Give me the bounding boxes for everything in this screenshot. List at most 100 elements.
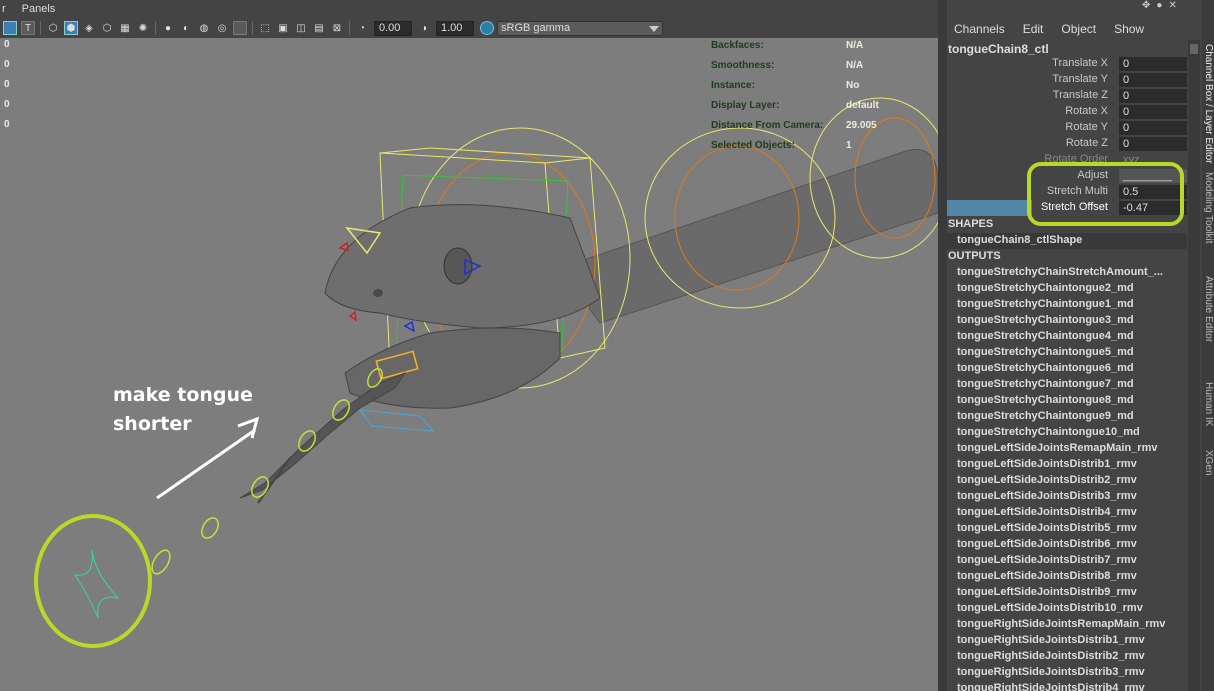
tab-attribute-editor[interactable]: Attribute Editor [1202,276,1214,342]
attr-value-field[interactable]: ________ [1119,169,1187,183]
attr-translate-x[interactable]: Translate X 0 [947,56,1202,72]
motion-blur-icon[interactable]: ◍ [197,21,211,35]
attr-adjust[interactable]: Adjust ________ [947,168,1202,184]
2d-pan-zoom-icon[interactable]: T [21,21,35,35]
jaw-control-blue [403,320,416,333]
image-plane-icon[interactable] [3,21,17,35]
attr-value-field[interactable]: xyz [1119,153,1187,167]
scrollbar-thumb[interactable] [1190,44,1198,54]
menu-item-r[interactable]: r [2,3,6,15]
output-node-item[interactable]: tongueStretchyChaintongue5_md [957,346,1134,358]
channel-box-scrollbar[interactable] [1188,40,1200,691]
grid-icon[interactable]: ⊠ [330,21,344,35]
output-node-item[interactable]: tongueLeftSideJointsDistrib3_rmv [957,490,1137,502]
tab-modeling-toolkit[interactable]: Modeling Toolkit [1202,172,1214,244]
attr-translate-z[interactable]: Translate Z 0 [947,88,1202,104]
output-node-item[interactable]: tongueRightSideJointsDistrib1_rmv [957,634,1145,646]
attr-value-field[interactable]: 0 [1119,105,1187,119]
isolate-select-icon[interactable]: ⬚ [258,21,272,35]
snake-body [559,149,938,324]
output-node-item[interactable]: tongueLeftSideJointsDistrib8_rmv [957,570,1137,582]
attr-value-field[interactable]: -0.47 [1119,201,1187,215]
anti-aliasing-icon[interactable]: ◎ [215,21,229,35]
tab-channel-box-layer-editor[interactable]: Channel Box / Layer Editor [1202,44,1214,164]
attr-value-field[interactable]: 0.5 [1119,185,1187,199]
attr-rotate-y[interactable]: Rotate Y 0 [947,120,1202,136]
output-node-item[interactable]: tongueLeftSideJointsDistrib7_rmv [957,554,1137,566]
attr-value-field[interactable]: 0 [1119,121,1187,135]
gamma-icon[interactable]: ◑ [417,21,431,35]
wireframe-icon[interactable]: ⬡ [46,21,60,35]
account-icon[interactable]: ● [1156,0,1162,14]
output-node-item[interactable]: tongueStretchyChaintongue2_md [957,282,1134,294]
hud-backfaces-value: N/A [846,40,864,51]
tab-xgen[interactable]: XGen [1202,450,1214,476]
output-node-item[interactable]: tongueLeftSideJointsDistrib9_rmv [957,586,1137,598]
output-node-item[interactable]: tongueStretchyChaintongue3_md [957,314,1134,326]
transform-icon[interactable]: ✥ [1142,0,1150,14]
gamma-field[interactable]: 1.00 [436,20,474,36]
attr-rotate-x[interactable]: Rotate X 0 [947,104,1202,120]
exposure-field[interactable]: 0.00 [374,20,412,36]
panel-splitter[interactable] [938,0,947,691]
attr-value-field[interactable]: 0 [1119,73,1187,87]
wireframe-on-shaded-icon[interactable]: ⬡ [100,21,114,35]
attr-rotate-order[interactable]: Rotate Order xyz [947,152,1202,168]
output-node-item[interactable]: tongueLeftSideJointsDistrib4_rmv [957,506,1137,518]
xray-icon[interactable]: ▣ [276,21,290,35]
attr-value-field[interactable]: 0 [1119,89,1187,103]
attr-value-field[interactable]: 0 [1119,57,1187,71]
attr-rotate-z[interactable]: Rotate Z 0 [947,136,1202,152]
output-node-item[interactable]: tongueLeftSideJointsRemapMain_rmv [957,442,1157,454]
output-node-item[interactable]: tongueLeftSideJointsDistrib1_rmv [957,458,1137,470]
output-node-item[interactable]: tongueRightSideJointsDistrib4_rmv [957,682,1145,691]
output-node-item[interactable]: tongueRightSideJointsDistrib2_rmv [957,650,1145,662]
toolbar-divider [252,21,253,35]
attr-value-field[interactable]: 0 [1119,137,1187,151]
color-management-icon[interactable] [480,21,494,35]
attr-label: Translate Z [1052,89,1108,101]
shape-item[interactable]: tongueChain8_ctlShape [947,233,1187,249]
close-icon[interactable]: ✕ [1168,0,1176,14]
depth-of-field-icon[interactable] [233,21,247,35]
output-node-item[interactable]: tongueStretchyChaintongue7_md [957,378,1134,390]
output-node-item[interactable]: tongueStretchyChaintongue6_md [957,362,1134,374]
hud-smoothness-label: Smoothness: [711,60,775,71]
output-node-item[interactable]: tongueStretchyChaintongue1_md [957,298,1134,310]
xray-joints-icon[interactable]: ◫ [294,21,308,35]
output-node-item[interactable]: tongueStretchyChaintongue4_md [957,330,1134,342]
output-node-item[interactable]: tongueRightSideJointsRemapMain_rmv [957,618,1165,630]
output-node-item[interactable]: tongueLeftSideJointsDistrib5_rmv [957,522,1137,534]
annotation-line: make tongue [113,384,253,406]
menu-show[interactable]: Show [1114,22,1144,36]
menu-channels[interactable]: Channels [954,22,1005,36]
output-node-item[interactable]: tongueLeftSideJointsDistrib2_rmv [957,474,1137,486]
output-node-item[interactable]: tongueStretchyChaintongue10_md [957,426,1140,438]
ambient-occlusion-icon[interactable]: ◐ [179,21,193,35]
output-node-item[interactable]: tongueStretchyChainStretchAmount_... [957,266,1163,278]
attr-stretch-offset[interactable]: Stretch Offset -0.47 [947,200,1202,216]
attr-translate-y[interactable]: Translate Y 0 [947,72,1202,88]
output-node-item[interactable]: tongueStretchyChaintongue9_md [957,410,1134,422]
menu-object[interactable]: Object [1061,22,1096,36]
toolbar-divider [40,21,41,35]
textured-icon[interactable]: ▦ [118,21,132,35]
output-node-item[interactable]: tongueStretchyChaintongue8_md [957,394,1134,406]
menu-edit[interactable]: Edit [1023,22,1044,36]
xray-active-icon[interactable]: ▤ [312,21,326,35]
3d-viewport[interactable]: 0 0 0 0 0 Backfaces: N/A Smoothness: N/A… [0,38,938,691]
exposure-icon[interactable]: ◔ [355,21,369,35]
use-default-material-icon[interactable]: ◈ [82,21,96,35]
output-node-item[interactable]: tongueLeftSideJointsDistrib6_rmv [957,538,1137,550]
tab-human-ik[interactable]: Human IK [1202,382,1214,426]
lights-icon[interactable]: ✺ [136,21,150,35]
object-name[interactable]: tongueChain8_ctl [948,42,1049,56]
output-node-item[interactable]: tongueLeftSideJointsDistrib10_rmv [957,602,1143,614]
menu-item-panels[interactable]: Panels [22,3,56,15]
shadows-icon[interactable]: ● [161,21,175,35]
view-transform-dropdown[interactable]: sRGB gamma [497,20,663,36]
smooth-shade-icon[interactable]: ⬢ [64,21,78,35]
attr-stretch-multi[interactable]: Stretch Multi 0.5 [947,184,1202,200]
channel-box-panel: ✥ ● ✕ Channels Edit Object Show tongueCh… [947,0,1202,691]
output-node-item[interactable]: tongueRightSideJointsDistrib3_rmv [957,666,1145,678]
